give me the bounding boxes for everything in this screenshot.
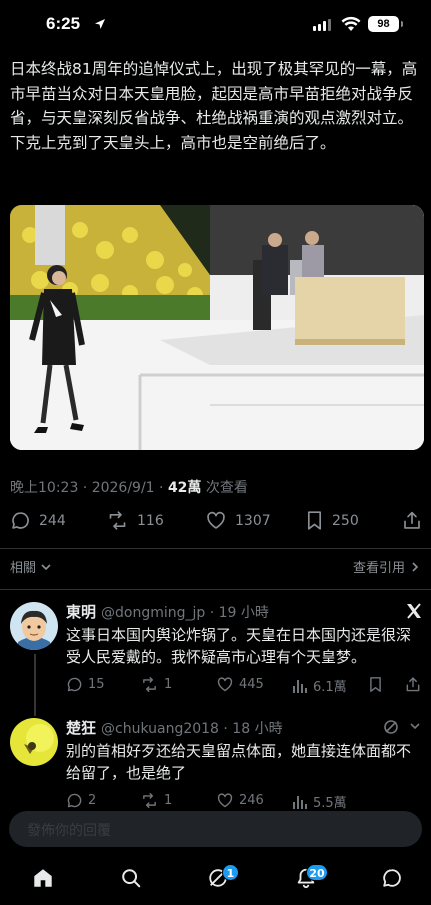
cellular-signal-icon xyxy=(313,19,331,31)
view-quotes-link[interactable]: 查看引用 xyxy=(353,557,421,576)
analytics-icon xyxy=(293,679,307,693)
repost-button[interactable]: 1 xyxy=(140,792,172,809)
reply-button[interactable]: 244 xyxy=(10,510,66,531)
reply-author-handle: @chukuang2018 · 18 小時 xyxy=(101,721,283,737)
status-bar: 6:25 98 xyxy=(0,0,431,50)
share-icon[interactable] xyxy=(405,676,421,693)
divider xyxy=(0,548,431,549)
composer-placeholder: 發佈你的回覆 xyxy=(27,823,111,839)
like-count: 246 xyxy=(239,793,264,808)
status-time: 6:25 xyxy=(46,14,81,33)
related-label: 相關 xyxy=(10,561,37,576)
reply-text: 这事日本国内舆论炸锅了。天皇在日本国内还是很深受人民爱戴的。我怀疑高市心理有个天… xyxy=(66,626,412,666)
repost-icon xyxy=(143,793,156,808)
reply-author-name[interactable]: 東明 xyxy=(66,601,96,622)
repost-button[interactable]: 116 xyxy=(106,510,164,531)
wifi-icon xyxy=(341,16,361,31)
battery-cap xyxy=(401,21,403,27)
battery-indicator: 98 xyxy=(368,16,399,32)
views-button[interactable]: 6.1萬 xyxy=(292,676,347,695)
x-logo-icon xyxy=(407,603,421,619)
avatar-image xyxy=(10,718,58,766)
post-text: 日本终战81周年的追悼仪式上，出现了极其罕见的一幕，高市早苗当众对日本天皇甩脸，… xyxy=(10,60,418,152)
home-icon[interactable] xyxy=(32,867,54,889)
reply-icon xyxy=(12,512,29,529)
avatar-image xyxy=(10,602,58,650)
like-count: 1307 xyxy=(235,512,271,529)
avatar[interactable] xyxy=(10,602,58,650)
heart-icon xyxy=(207,511,225,529)
search-icon[interactable] xyxy=(120,867,142,889)
like-button[interactable]: 1307 xyxy=(205,510,271,531)
chevron-right-icon xyxy=(412,561,419,572)
repost-count: 116 xyxy=(137,512,164,529)
reply-composer-input[interactable]: 發佈你的回覆 xyxy=(9,811,422,847)
like-count: 445 xyxy=(239,677,264,692)
reply-author-name[interactable]: 楚狂 xyxy=(66,717,96,738)
quotes-label: 查看引用 xyxy=(352,561,405,576)
view-count: 5.5萬 xyxy=(313,796,347,811)
view-count: 6.1萬 xyxy=(313,680,347,695)
repost-button[interactable]: 1 xyxy=(140,676,172,693)
reply-author-handle: @dongming_jp · 19 小時 xyxy=(101,605,269,621)
reply-button[interactable]: 2 xyxy=(66,792,96,809)
reply-count: 15 xyxy=(88,677,105,692)
avatar[interactable] xyxy=(10,718,58,766)
notifications-badge: 20 xyxy=(306,864,328,881)
repost-count: 1 xyxy=(164,793,173,808)
bookmark-button[interactable]: 250 xyxy=(305,510,359,531)
share-icon xyxy=(404,511,420,529)
chevron-down-icon xyxy=(41,563,51,570)
reply-icon xyxy=(67,677,82,692)
bookmark-icon[interactable] xyxy=(368,676,383,693)
thread-line xyxy=(34,654,36,716)
heart-icon xyxy=(217,677,233,692)
reply-count: 244 xyxy=(39,512,66,529)
bookmark-count: 250 xyxy=(332,512,359,529)
repost-icon xyxy=(143,677,156,692)
views-button[interactable]: 5.5萬 xyxy=(292,792,347,811)
analytics-icon xyxy=(293,795,307,809)
grok-icon[interactable] xyxy=(383,719,399,735)
post-view-suffix: 次查看 xyxy=(201,480,248,496)
repost-icon xyxy=(109,511,126,530)
repost-count: 1 xyxy=(164,677,173,692)
bookmark-icon xyxy=(307,511,322,530)
post-meta: 晚上10:23 · 2026/9/1 · 42萬 次查看 xyxy=(10,477,248,497)
reply-text: 别的首相好歹还给天皇留点体面，她直接连体面都不给留了，也是绝了 xyxy=(66,742,412,782)
bottom-tab-bar: 1 20 xyxy=(0,855,431,905)
post-view-count: 42萬 xyxy=(167,480,202,496)
like-button[interactable]: 445 xyxy=(216,676,264,693)
location-arrow-icon xyxy=(95,19,105,29)
share-button[interactable] xyxy=(402,510,422,531)
reply-count: 2 xyxy=(88,793,97,808)
related-sort-dropdown[interactable]: 相關 xyxy=(10,557,52,576)
post-actions: 244 116 1307 250 xyxy=(0,510,431,538)
reply-icon xyxy=(67,793,82,808)
ceremony-photo-image xyxy=(10,205,424,450)
post-photo[interactable] xyxy=(10,205,424,450)
reply-button[interactable]: 15 xyxy=(66,676,105,693)
divider xyxy=(0,589,431,590)
heart-icon xyxy=(217,793,233,808)
like-button[interactable]: 246 xyxy=(216,792,264,809)
post-timestamp: 晚上10:23 · 2026/9/1 · xyxy=(10,480,168,496)
more-options-icon[interactable] xyxy=(407,718,423,734)
grok-badge: 1 xyxy=(222,864,239,881)
messages-icon[interactable] xyxy=(381,867,403,889)
